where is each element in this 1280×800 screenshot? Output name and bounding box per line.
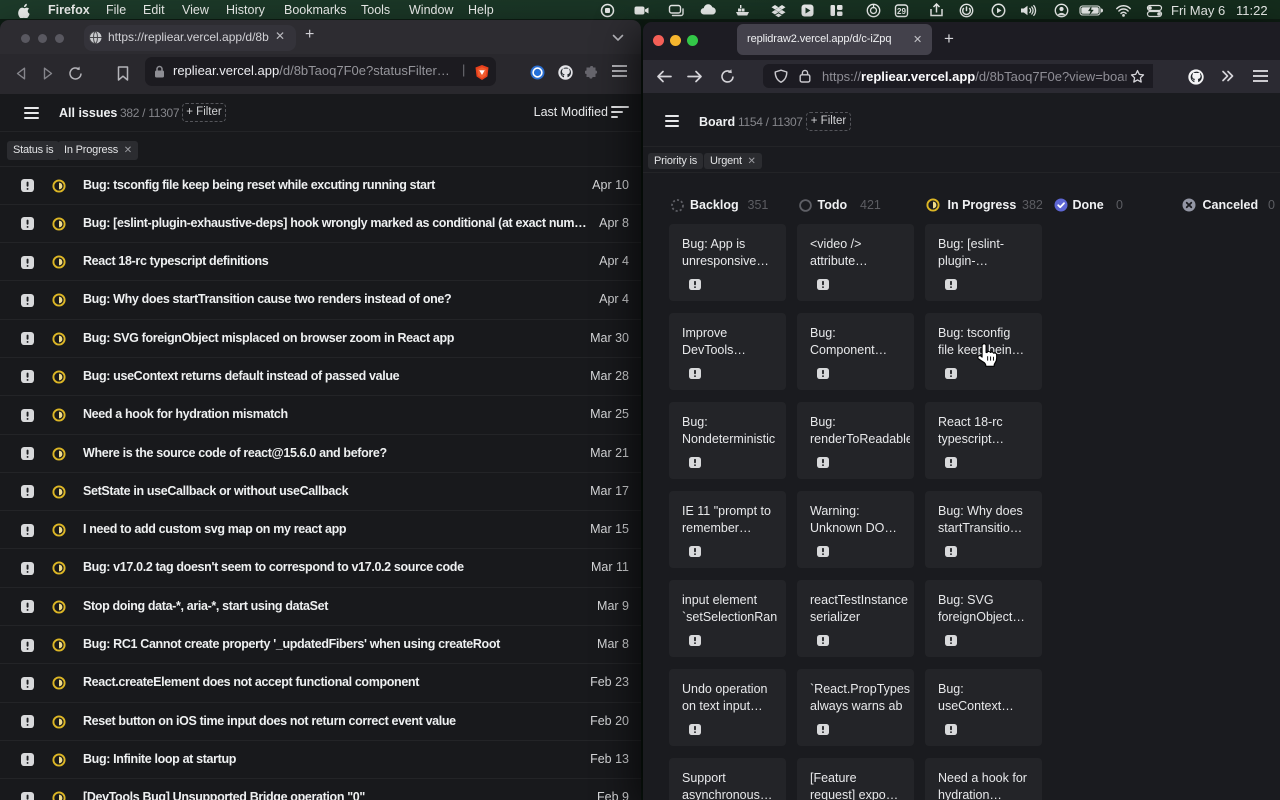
svg-text:29: 29 — [897, 7, 906, 16]
